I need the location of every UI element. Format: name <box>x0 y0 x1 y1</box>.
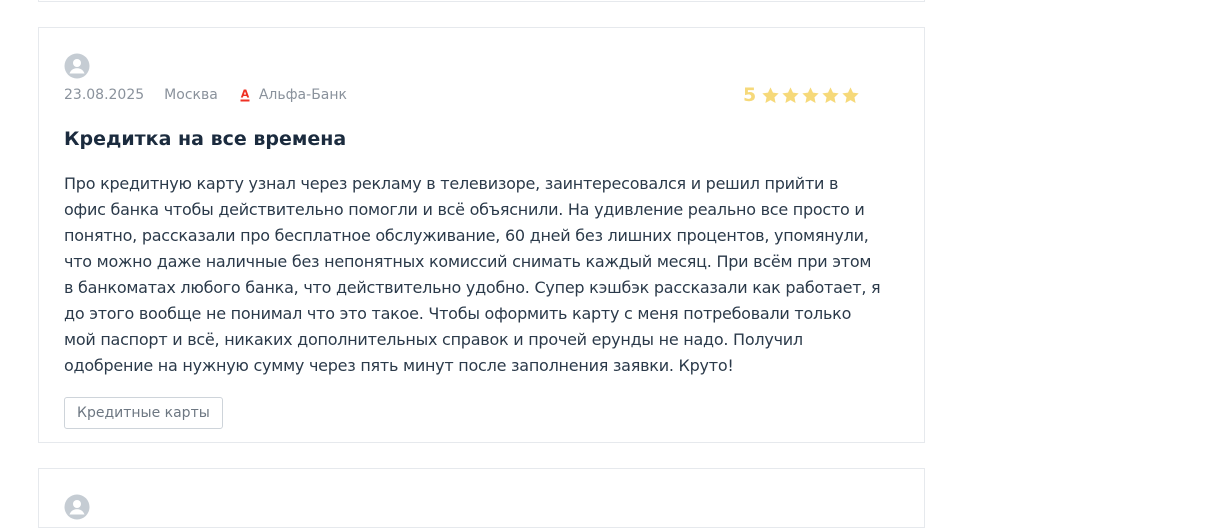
star-icon <box>842 86 859 103</box>
review-text-line: до этого вообще не понимал что это такое… <box>64 304 852 323</box>
review-text-line: понятно, рассказали про бесплатное обслу… <box>64 226 869 245</box>
review-date: 23.08.2025 <box>64 87 145 103</box>
alfa-bank-logo: А <box>240 88 250 102</box>
review-text-line: что можно даже наличные без непонятных к… <box>64 252 872 271</box>
rating-value: 5 <box>743 84 757 106</box>
review-city: Москва <box>164 87 218 103</box>
user-avatar-icon <box>64 494 90 520</box>
star-icon <box>822 86 839 103</box>
review-card-next <box>38 468 925 528</box>
review-text-line: офис банка чтобы действительно помогли и… <box>64 200 865 219</box>
bank-name[interactable]: Альфа-Банк <box>259 87 347 103</box>
rating-stars <box>761 86 861 105</box>
review-text-line: Про кредитную карту узнал через рекламу … <box>64 174 839 193</box>
review-text-line: мой паспорт и всё, никаких дополнительны… <box>64 330 803 349</box>
star-icon <box>762 86 779 103</box>
review-text-line: одобрение на нужную сумму через пять мин… <box>64 356 734 375</box>
review-card-previous <box>38 0 925 2</box>
bank-logo-letter: А <box>241 88 250 101</box>
review-meta: 23.08.2025 Москва А Альфа-Банк <box>64 87 347 103</box>
star-icon <box>782 86 799 103</box>
review-card: 23.08.2025 Москва А Альфа-Банк 5 Кредитк… <box>38 27 925 443</box>
review-bank[interactable]: А Альфа-Банк <box>240 87 347 103</box>
review-rating: 5 <box>743 84 861 106</box>
review-text: Про кредитную карту узнал через рекламу … <box>64 171 914 379</box>
review-title: Кредитка на все времена <box>64 128 347 150</box>
tag-button[interactable]: Кредитные карты <box>64 397 223 429</box>
user-avatar-icon <box>64 53 90 79</box>
review-text-line: в банкоматах любого банка, что действите… <box>64 278 881 297</box>
star-icon <box>802 86 819 103</box>
